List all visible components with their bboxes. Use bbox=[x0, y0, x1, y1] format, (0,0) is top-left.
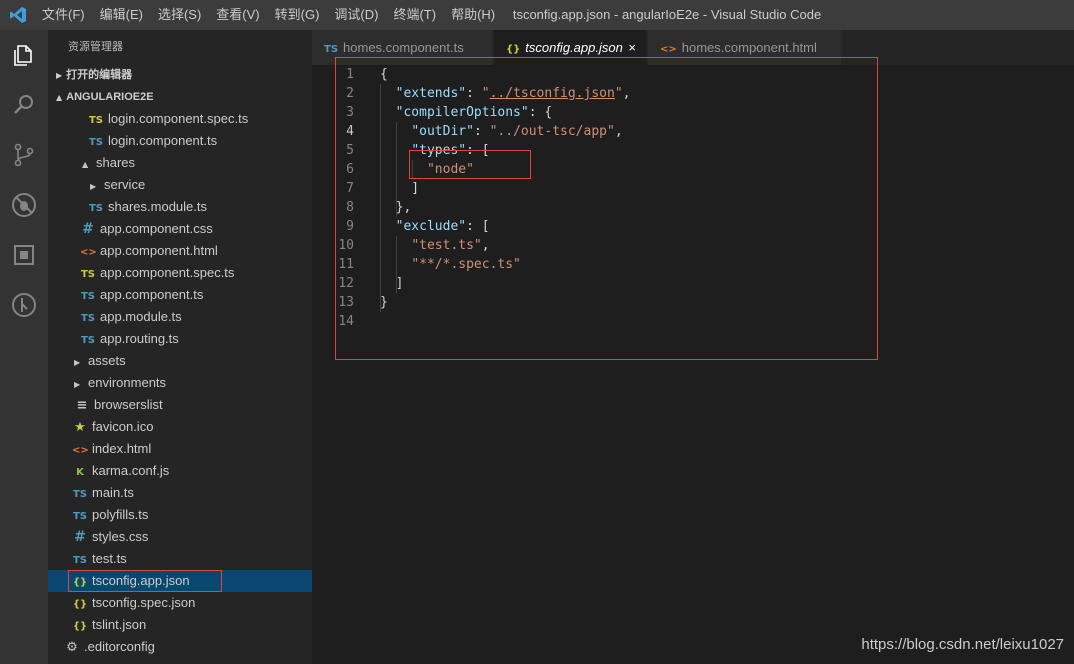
json-file-icon: {} bbox=[72, 599, 88, 610]
typescript-spec-file-icon: TS bbox=[80, 269, 96, 280]
tree-item-environments[interactable]: ▶ environments bbox=[48, 372, 312, 394]
typescript-file-icon: TS bbox=[80, 291, 96, 302]
gear-icon: ⚙ bbox=[66, 640, 78, 655]
highlight-box bbox=[335, 57, 878, 360]
tree-item-karma-conf-js[interactable]: Kkarma.conf.js bbox=[48, 460, 312, 482]
chevron-down-icon: ▲ bbox=[82, 160, 89, 169]
title-bar: 文件(F) 编辑(E) 选择(S) 查看(V) 转到(G) 调试(D) 终端(T… bbox=[0, 0, 1074, 30]
tree-item-login-component-spec-ts[interactable]: TS login.component.spec.ts bbox=[48, 108, 312, 130]
file-tree: TS login.component.spec.ts TS login.compone… bbox=[48, 108, 312, 658]
tree-item-label: app.module.ts bbox=[100, 309, 182, 324]
tree-item-label: environments bbox=[88, 375, 167, 390]
karma-file-icon: K bbox=[76, 467, 84, 478]
typescript-file-icon: TS bbox=[72, 511, 88, 522]
tree-item-label: app.component.html bbox=[100, 243, 218, 258]
tree-item-app-component-html[interactable]: <> app.component.html bbox=[48, 240, 312, 262]
tree-item-login-component-ts[interactable]: TS login.component.ts bbox=[48, 130, 312, 152]
search-icon[interactable] bbox=[0, 80, 48, 130]
tree-item-label: test.ts bbox=[92, 551, 127, 566]
tree-item-label: karma.conf.js bbox=[92, 463, 170, 478]
tree-item-label: login.component.ts bbox=[108, 133, 218, 148]
highlight-box bbox=[68, 570, 222, 592]
activity-bar bbox=[0, 30, 48, 664]
tree-item-label: app.component.ts bbox=[100, 287, 204, 302]
tree-item-shares[interactable]: ▲ shares bbox=[48, 152, 312, 174]
tree-item-index-html[interactable]: <> index.html bbox=[48, 438, 312, 460]
extensions-icon[interactable] bbox=[0, 230, 48, 280]
html-file-icon: <> bbox=[80, 247, 97, 258]
tree-item-browserslist[interactable]: ≡ browserslist bbox=[48, 394, 312, 416]
tree-item-main-ts[interactable]: TS main.ts bbox=[48, 482, 312, 504]
tree-item-editorconfig[interactable]: ⚙ .editorconfig bbox=[48, 636, 312, 658]
explorer-sidebar: 资源管理器 ▶ 打开的编辑器 ▲ ANGULARIOE2E TS login.comp… bbox=[48, 30, 312, 664]
tree-item-label: app.component.spec.ts bbox=[100, 265, 235, 280]
tree-item-label: browserslist bbox=[94, 397, 163, 412]
tree-item-label: tsconfig.spec.json bbox=[92, 595, 196, 610]
tree-item-app-component-spec-ts[interactable]: TS app.component.spec.ts bbox=[48, 262, 312, 284]
tree-item-app-component-css[interactable]: # app.component.css bbox=[48, 218, 312, 240]
window-title: tsconfig.app.json - angularIoE2e - Visua… bbox=[512, 7, 822, 22]
tree-item-app-component-ts[interactable]: TS app.component.ts bbox=[48, 284, 312, 306]
tree-item-tslint-json[interactable]: {} tslint.json bbox=[48, 614, 312, 636]
tree-item-app-routing-ts[interactable]: TS app.routing.ts bbox=[48, 328, 312, 350]
tree-item-favicon-ico[interactable]: ★ favicon.ico bbox=[48, 416, 312, 438]
watermark: https://blog.csdn.net/leixu1027 bbox=[861, 636, 1064, 653]
tree-item-label: app.component.css bbox=[100, 221, 213, 236]
typescript-file-icon: TS bbox=[72, 489, 88, 500]
tree-item-label: app.routing.ts bbox=[100, 331, 179, 346]
chevron-right-icon: ▶ bbox=[90, 182, 97, 191]
html-file-icon: <> bbox=[660, 44, 677, 55]
config-file-icon: ≡ bbox=[76, 398, 88, 413]
tree-item-label: styles.css bbox=[92, 529, 149, 544]
tree-item-test-ts[interactable]: TS test.ts bbox=[48, 548, 312, 570]
tree-item-app-module-ts[interactable]: TS app.module.ts bbox=[48, 306, 312, 328]
favicon-star-icon: ★ bbox=[74, 420, 86, 435]
tree-item-label: assets bbox=[88, 353, 126, 368]
tree-item-label: main.ts bbox=[92, 485, 134, 500]
project-section[interactable]: ▲ ANGULARIOE2E bbox=[48, 86, 312, 108]
typescript-file-icon: TS bbox=[80, 313, 96, 324]
chevron-right-icon: ▶ bbox=[74, 358, 81, 367]
tree-item-label: favicon.ico bbox=[92, 419, 154, 434]
explorer-title: 资源管理器 bbox=[68, 41, 123, 53]
tree-item-label: .editorconfig bbox=[84, 639, 155, 654]
tree-item-label: shares bbox=[96, 155, 136, 170]
tree-item-label: polyfills.ts bbox=[92, 507, 149, 522]
css-file-icon: # bbox=[74, 529, 86, 545]
chevron-down-icon: ▲ bbox=[56, 93, 63, 102]
tree-item-styles-css[interactable]: # styles.css bbox=[48, 526, 312, 548]
typescript-file-icon: TS bbox=[88, 203, 104, 214]
code-editor[interactable]: 1{2 "extends": "../tsconfig.json", 3 "com… bbox=[312, 57, 1074, 664]
debug-icon[interactable] bbox=[0, 180, 48, 230]
tree-item-tsconfig-app-json[interactable]: {} tsconfig.app.json bbox=[48, 570, 312, 592]
chevron-right-icon: ▶ bbox=[56, 71, 63, 80]
git-graph-icon[interactable] bbox=[0, 280, 48, 330]
tree-item-label: index.html bbox=[92, 441, 152, 456]
highlight-box-types bbox=[409, 150, 531, 179]
json-file-icon: {} bbox=[72, 621, 88, 632]
tree-item-service[interactable]: ▶ service bbox=[48, 174, 312, 196]
typescript-file-icon: TS bbox=[324, 44, 339, 55]
tree-item-label: shares.module.ts bbox=[108, 199, 207, 214]
tree-item-label: tslint.json bbox=[92, 617, 147, 632]
typescript-spec-file-icon: TS bbox=[88, 115, 104, 126]
tree-item-assets[interactable]: ▶ assets bbox=[48, 350, 312, 372]
source-control-icon[interactable] bbox=[0, 130, 48, 180]
tree-item-label: service bbox=[104, 177, 146, 192]
tree-item-label: login.component.spec.ts bbox=[108, 111, 249, 126]
css-file-icon: # bbox=[82, 221, 94, 237]
tree-item-tsconfig-spec-json[interactable]: {} tsconfig.spec.json bbox=[48, 592, 312, 614]
html-file-icon: <> bbox=[72, 445, 89, 456]
typescript-file-icon: TS bbox=[88, 137, 104, 148]
open-editors-section[interactable]: ▶ 打开的编辑器 bbox=[48, 64, 312, 86]
typescript-file-icon: TS bbox=[80, 335, 96, 346]
json-file-icon: {} bbox=[506, 44, 521, 55]
explorer-icon[interactable] bbox=[0, 30, 48, 80]
tree-item-polyfills-ts[interactable]: TS polyfills.ts bbox=[48, 504, 312, 526]
chevron-right-icon: ▶ bbox=[74, 380, 81, 389]
tree-item-shares-module-ts[interactable]: TS shares.module.ts bbox=[48, 196, 312, 218]
typescript-file-icon: TS bbox=[72, 555, 88, 566]
